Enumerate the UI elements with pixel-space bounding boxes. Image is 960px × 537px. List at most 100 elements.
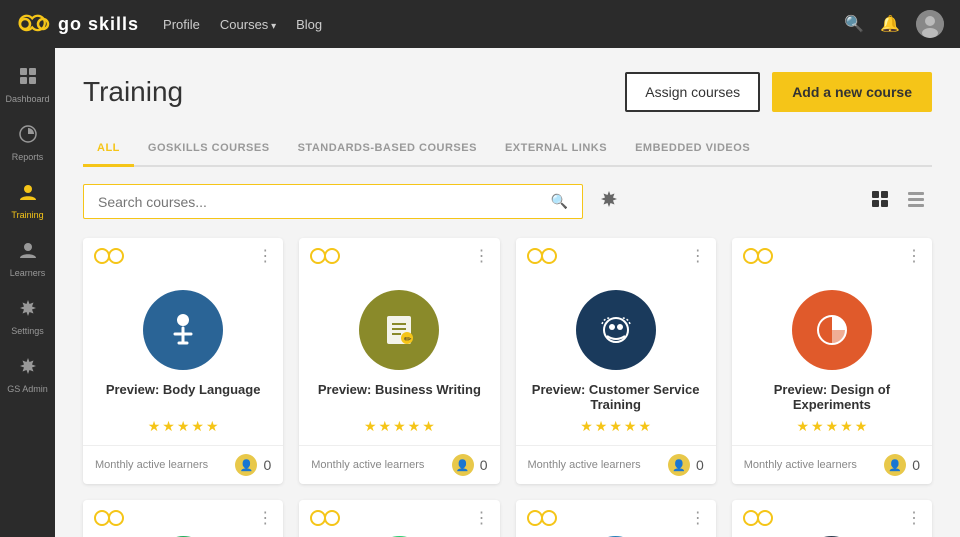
list-view-button[interactable] — [900, 185, 932, 218]
learner-count-3: 0 — [696, 457, 704, 473]
sidebar-label-learners: Learners — [10, 268, 46, 278]
assign-courses-button[interactable]: Assign courses — [625, 72, 760, 112]
sidebar-label-settings: Settings — [11, 326, 44, 336]
footer-label-3: Monthly active learners — [528, 459, 662, 471]
card-top-2: ⋮ — [299, 238, 499, 274]
course-card-1: ⋮ Preview: Body Language ★ ★ ★ ★ ★ Month… — [83, 238, 283, 484]
card-menu-2[interactable]: ⋮ — [474, 246, 490, 266]
sidebar-item-gs-admin[interactable]: GS Admin — [0, 346, 55, 404]
card-footer-1: Monthly active learners 👤 0 — [83, 445, 283, 484]
card-menu-7[interactable]: ⋮ — [690, 508, 706, 528]
sidebar: Dashboard Reports Training Learners Sett… — [0, 48, 55, 537]
learner-icon-2: 👤 — [452, 454, 474, 476]
card-top-7: ⋮ — [516, 500, 716, 536]
course-card-3: ⋮ Preview: Customer Service Training ★ ★… — [516, 238, 716, 484]
course-card-4: ⋮ Preview: Design of Experiments ★ ★ ★ ★… — [732, 238, 932, 484]
tab-all[interactable]: ALL — [83, 132, 134, 167]
sidebar-item-dashboard[interactable]: Dashboard — [0, 56, 55, 114]
tab-external[interactable]: EXTERNAL LINKS — [491, 132, 621, 167]
card-title-1: Preview: Body Language — [83, 382, 283, 418]
page-title: Training — [83, 76, 183, 108]
gs-admin-icon — [18, 356, 38, 381]
sidebar-item-reports[interactable]: Reports — [0, 114, 55, 172]
user-avatar[interactable] — [916, 10, 944, 38]
tab-goskills[interactable]: GOSKILLS COURSES — [134, 132, 284, 167]
goskills-logo-3 — [526, 247, 558, 265]
training-icon — [18, 182, 38, 207]
card-menu-3[interactable]: ⋮ — [690, 246, 706, 266]
sidebar-label-reports: Reports — [12, 152, 44, 162]
main-content: Training Assign courses Add a new course… — [55, 48, 960, 537]
reports-icon — [18, 124, 38, 149]
sidebar-label-training: Training — [11, 210, 43, 220]
goskills-logo-8 — [742, 509, 774, 527]
card-menu-8[interactable]: ⋮ — [906, 508, 922, 528]
course-card-5: ⋮ ⚙ — [83, 500, 283, 537]
filter-settings-button[interactable] — [593, 183, 625, 220]
card-image-2: ✏ — [299, 274, 499, 382]
card-title-2: Preview: Business Writing — [299, 382, 499, 418]
sidebar-label-gs-admin: GS Admin — [7, 384, 48, 394]
goskills-logo-6 — [309, 509, 341, 527]
view-toggle — [864, 185, 932, 218]
card-menu-5[interactable]: ⋮ — [257, 508, 273, 528]
goskills-logo-2 — [309, 247, 341, 265]
nav-blog[interactable]: Blog — [296, 17, 322, 32]
learner-count-4: 0 — [912, 457, 920, 473]
nav-profile[interactable]: Profile — [163, 17, 200, 32]
card-top-5: ⋮ — [83, 500, 283, 536]
grid-view-button[interactable] — [864, 185, 896, 218]
course-icon-2: ✏ — [359, 290, 439, 370]
card-footer-3: Monthly active learners 👤 0 — [516, 445, 716, 484]
footer-label-2: Monthly active learners — [311, 459, 445, 471]
card-menu-4[interactable]: ⋮ — [906, 246, 922, 266]
notifications-button[interactable]: 🔔 — [880, 14, 900, 34]
course-card-7: ⋮ 📈 — [516, 500, 716, 537]
card-title-4: Preview: Design of Experiments — [732, 382, 932, 418]
search-bar-row: 🔍 — [83, 183, 932, 220]
card-title-3: Preview: Customer Service Training — [516, 382, 716, 418]
nav-courses[interactable]: Courses — [220, 17, 276, 32]
search-icon: 🔍 — [551, 193, 568, 210]
card-top-1: ⋮ — [83, 238, 283, 274]
card-stars-1: ★ ★ ★ ★ ★ — [83, 418, 283, 445]
card-footer-2: Monthly active learners 👤 0 — [299, 445, 499, 484]
course-card-8: ⋮ 📊 — [732, 500, 932, 537]
goskills-logo-4 — [742, 247, 774, 265]
goskills-logo-1 — [93, 247, 125, 265]
learner-icon-4: 👤 — [884, 454, 906, 476]
card-stars-2: ★ ★ ★ ★ ★ — [299, 418, 499, 445]
course-card-2: ⋮ ✏ Preview: Business Writing ★ ★ ★ ★ ★ … — [299, 238, 499, 484]
search-icon-button[interactable]: 🔍 — [844, 14, 864, 34]
card-menu-1[interactable]: ⋮ — [257, 246, 273, 266]
card-menu-6[interactable]: ⋮ — [474, 508, 490, 528]
logo[interactable]: go skills — [16, 13, 139, 35]
card-top-8: ⋮ — [732, 500, 932, 536]
sidebar-item-training[interactable]: Training — [0, 172, 55, 230]
search-box: 🔍 — [83, 184, 583, 219]
footer-label-1: Monthly active learners — [95, 459, 229, 471]
search-input[interactable] — [98, 194, 551, 210]
courses-grid-bottom: ⋮ ⚙ ⋮ 📋 ⋮ � — [83, 500, 932, 537]
svg-text:✏: ✏ — [404, 334, 412, 344]
tab-embedded[interactable]: EMBEDDED VIDEOS — [621, 132, 764, 167]
header-actions: Assign courses Add a new course — [625, 72, 932, 112]
nav-icons: 🔍 🔔 — [844, 10, 944, 38]
learner-icon-3: 👤 — [668, 454, 690, 476]
learners-icon — [18, 240, 38, 265]
tab-standards[interactable]: STANDARDS-BASED COURSES — [284, 132, 491, 167]
learner-count-1: 0 — [263, 457, 271, 473]
page-header: Training Assign courses Add a new course — [83, 72, 932, 112]
course-icon-1 — [143, 290, 223, 370]
course-card-6: ⋮ 📋 — [299, 500, 499, 537]
card-stars-3: ★ ★ ★ ★ ★ — [516, 418, 716, 445]
sidebar-item-learners[interactable]: Learners — [0, 230, 55, 288]
top-navigation: go skills Profile Courses Blog 🔍 🔔 — [0, 0, 960, 48]
dashboard-icon — [18, 66, 38, 91]
card-image-4 — [732, 274, 932, 382]
goskills-logo-5 — [93, 509, 125, 527]
card-top-4: ⋮ — [732, 238, 932, 274]
sidebar-item-settings[interactable]: Settings — [0, 288, 55, 346]
sidebar-label-dashboard: Dashboard — [5, 94, 49, 104]
add-course-button[interactable]: Add a new course — [772, 72, 932, 112]
